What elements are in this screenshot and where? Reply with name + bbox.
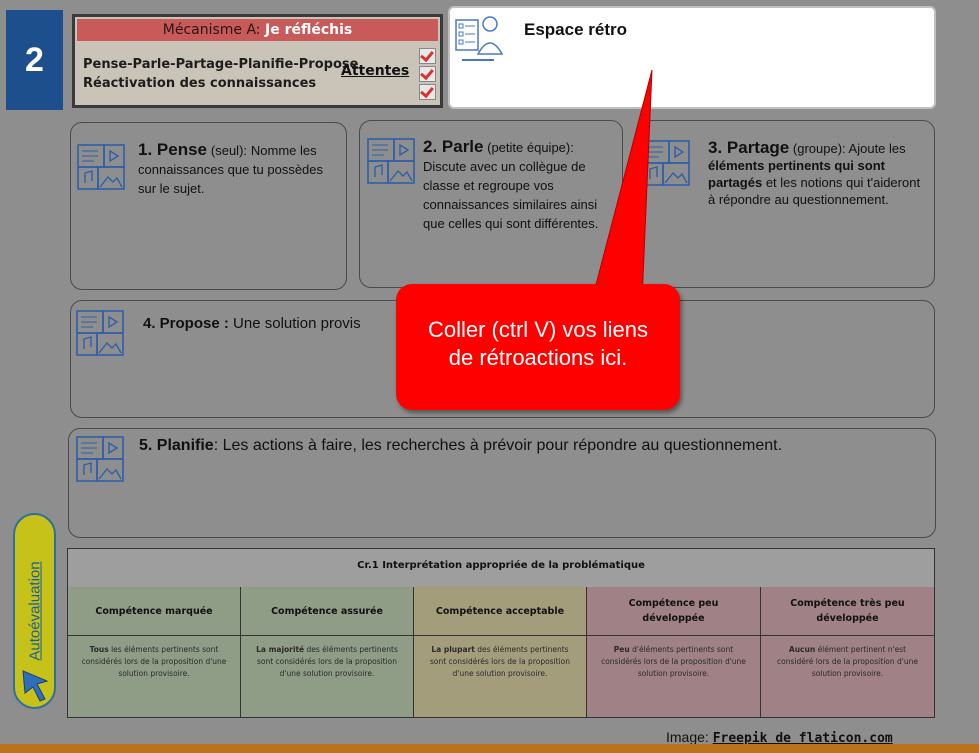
mechanism-subtitle: Réactivation des connaissances [83, 76, 317, 91]
step-planifie-text: 5. Planifie: Les actions à faire, les re… [139, 437, 919, 455]
rubric-column: Compétence acceptable La plupart des élé… [414, 587, 587, 717]
step-pense-title: 1. Pense [138, 140, 207, 159]
step-propose-body: Une solution provis [233, 315, 361, 332]
step-partage-text: 3. Partage (groupe): Ajoute les éléments… [708, 139, 930, 208]
multimedia-icon [77, 144, 125, 190]
step-planifie: 5. Planifie: Les actions à faire, les re… [68, 428, 936, 538]
rubric-column-title: Compétence très peu développée [761, 587, 934, 636]
rubric-body-bold: La plupart [431, 645, 475, 654]
step-partage-qualifier: (groupe): [792, 141, 846, 156]
step-propose-title: 4. Propose [143, 315, 220, 332]
mechanism-title-accent: Je réfléchis [264, 22, 353, 38]
mechanism-title-prefix: Mécanisme A: [162, 22, 265, 38]
rubric-body-bold: Peu [613, 645, 630, 654]
checkbox-icon [419, 48, 436, 64]
callout-line-2: de rétroactions ici. [448, 345, 628, 370]
image-credit-prefix: Image: [666, 729, 713, 745]
multimedia-icon [367, 138, 415, 184]
rubric-column-body: La majorité des éléments pertinents sont… [241, 636, 413, 688]
rubric-column-title: Compétence assurée [241, 587, 413, 636]
section-number-badge: 2 [6, 10, 63, 110]
rubric-table: Cr.1 Interprétation appropriée de la pro… [67, 548, 935, 718]
rubric-body-bold: Tous [89, 645, 109, 654]
feedback-callout: Coller (ctrl V) vos liens de rétroaction… [396, 284, 680, 410]
rubric-column: Compétence peu développée Peu d'éléments… [587, 587, 761, 717]
attentes-link[interactable]: Attentes [341, 63, 409, 79]
rubric-column-body: Aucun élément pertinent n'est considéré … [761, 636, 934, 688]
rubric-column-body: La plupart des éléments pertinents sont … [414, 636, 586, 688]
bottom-bar [0, 744, 979, 753]
step-pense-text: 1. Pense (seul): Nomme les connaissances… [138, 141, 328, 198]
multimedia-icon [76, 310, 124, 356]
retro-title: Espace rétro [524, 20, 627, 39]
rubric-body-bold: Aucun [788, 645, 816, 654]
rubric-column-title: Compétence marquée [68, 587, 240, 636]
step-parle-title: 2. Parle [423, 137, 484, 156]
step-planifie-body: Les actions à faire, les recherches à pr… [218, 437, 783, 454]
step-propose-separator: : [219, 315, 234, 332]
rubric-column-title: Compétence peu développée [587, 587, 760, 636]
checkbox-icon [419, 84, 436, 100]
autoevaluation-label: Autoévaluation [26, 561, 43, 661]
rubric-column-title: Compétence acceptable [414, 587, 586, 636]
mechanism-title: Mécanisme A: Je réfléchis [77, 19, 438, 41]
step-partage-body-a: Ajoute les [848, 141, 906, 156]
mechanism-card: Mécanisme A: Je réfléchis Pense-Parle-Pa… [72, 14, 443, 108]
step-pense: 1. Pense (seul): Nomme les connaissances… [70, 122, 347, 290]
multimedia-icon [76, 436, 124, 482]
teacher-checklist-icon [455, 16, 504, 61]
retro-space-box[interactable]: Espace rétro [448, 6, 936, 109]
rubric-column: Compétence très peu développée Aucun élé… [761, 587, 934, 717]
callout-line-1: Coller (ctrl V) vos liens [427, 317, 649, 342]
callout-pointer [591, 70, 653, 300]
autoevaluation-button[interactable]: Autoévaluation [13, 513, 56, 709]
rubric-column-body: Tous les éléments pertinents sont consid… [68, 636, 240, 688]
step-pense-qualifier: (seul): [210, 143, 248, 158]
cursor-arrow-icon [22, 670, 49, 702]
checkbox-icon [419, 66, 436, 82]
rubric-column-body: Peu d'éléments pertinents sont considéré… [587, 636, 760, 688]
mechanism-steps-text: Pense-Parle-Partage-Planifie-Propose [83, 57, 359, 72]
rubric-column: Compétence marquée Tous les éléments per… [68, 587, 241, 717]
step-partage: 3. Partage (groupe): Ajoute les éléments… [636, 120, 935, 288]
rubric-column: Compétence assurée La majorité des éléme… [241, 587, 414, 717]
rubric-header: Cr.1 Interprétation appropriée de la pro… [68, 549, 934, 588]
step-planifie-title: 5. Planifie [139, 437, 214, 454]
step-partage-title: 3. Partage [708, 138, 790, 157]
rubric-body-bold: La majorité [256, 645, 305, 654]
